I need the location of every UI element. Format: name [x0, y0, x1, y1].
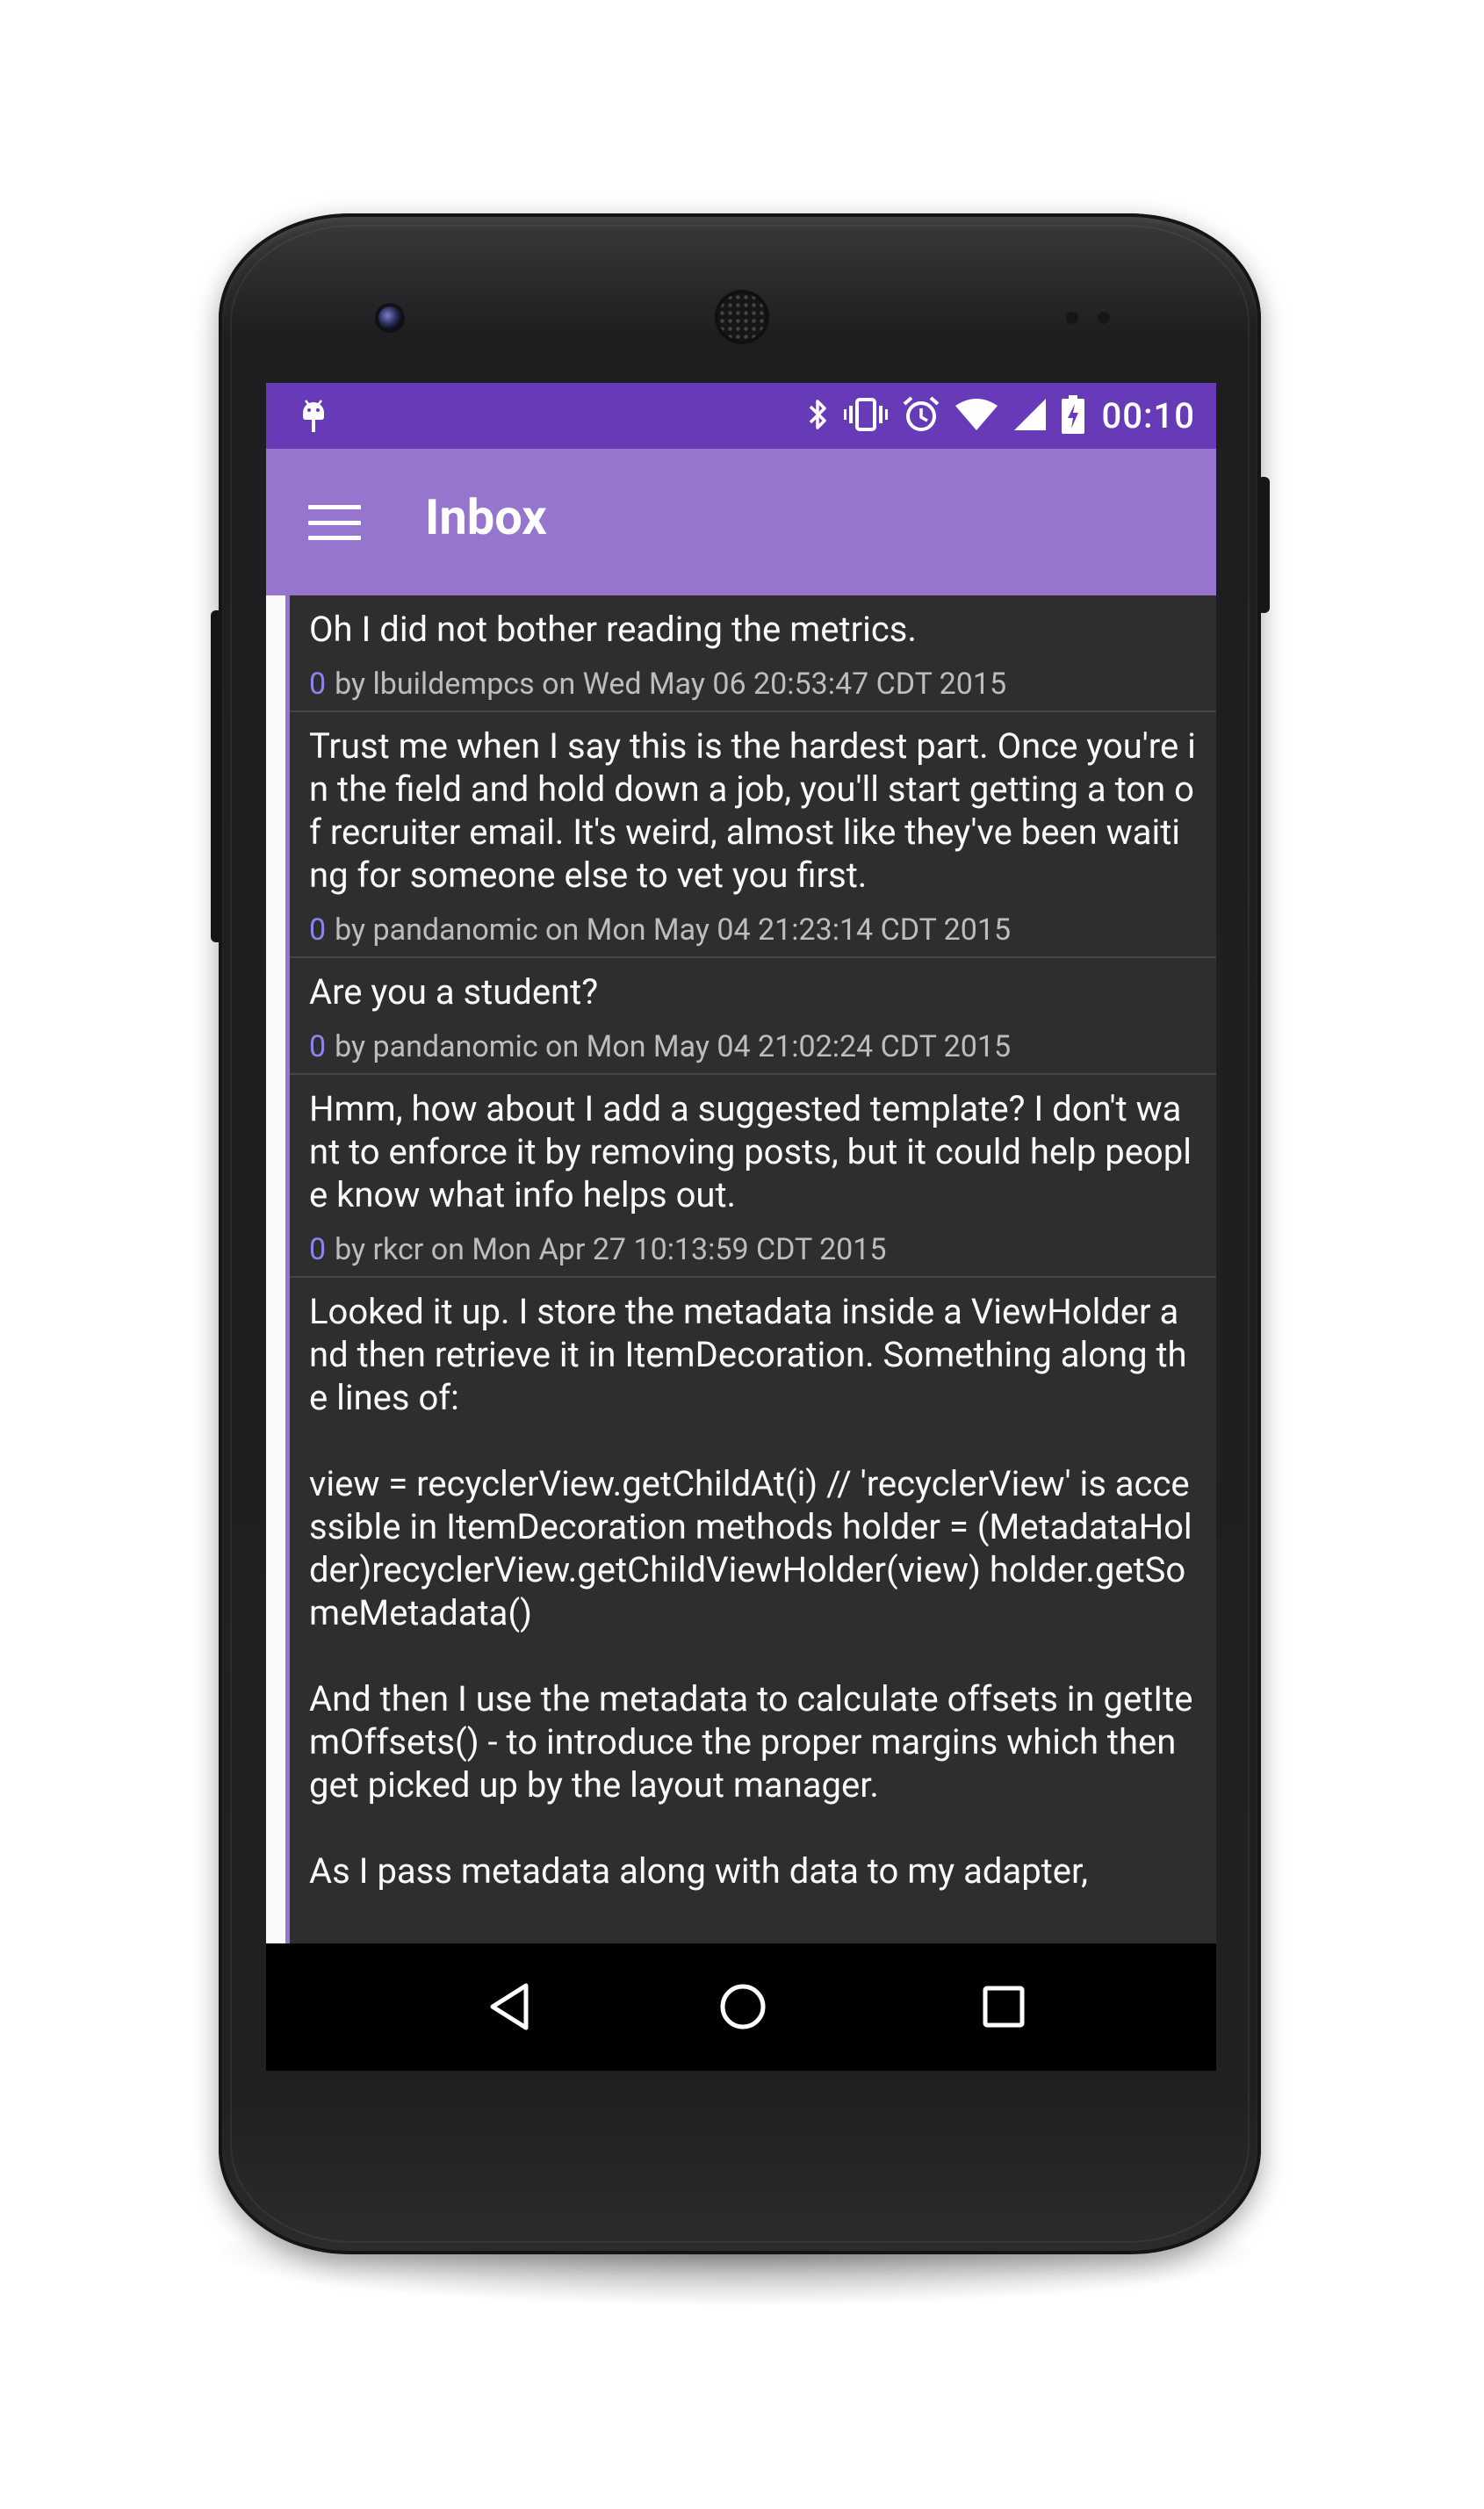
navigation-bar [266, 1943, 1216, 2071]
list-item[interactable]: Oh I did not bother reading the metrics.… [290, 595, 1216, 712]
alarm-icon [902, 395, 940, 437]
author-date: by pandanomic on Mon May 04 21:02:24 CDT… [335, 1029, 1012, 1064]
wifi-icon [955, 397, 998, 436]
front-camera [378, 306, 401, 329]
message-meta: 0 by pandanomic on Mon May 04 21:23:14 CD… [309, 897, 1197, 956]
message-body: Oh I did not bother reading the metrics. [309, 609, 917, 650]
phone-screen: 00:10 Inbox Oh I did not bother reading … [266, 383, 1216, 2071]
score-label: 0 [309, 1029, 327, 1064]
status-icons: 00:10 [807, 383, 1195, 449]
author-date: by pandanomic on Mon May 04 21:23:14 CDT… [335, 912, 1012, 948]
message-meta: 0 by lbuildempcs on Wed May 06 20:53:47 C… [309, 651, 1197, 710]
message-meta: 0 by pandanomic on Mon May 04 21:02:24 CD… [309, 1013, 1197, 1073]
score-label: 0 [309, 912, 327, 948]
message-body: Trust me when I say this is the hardest … [309, 725, 1196, 896]
bluetooth-icon [807, 396, 830, 436]
battery-charging-icon [1061, 394, 1084, 437]
home-circle-icon[interactable] [711, 1975, 774, 2038]
list-item[interactable]: Hmm, how about I add a suggested templat… [290, 1075, 1216, 1278]
score-label: 0 [309, 1232, 327, 1267]
list-item[interactable]: Looked it up. I store the metadata insid… [290, 1278, 1216, 1893]
android-debug-icon [298, 395, 329, 439]
status-time: 00:10 [1101, 395, 1195, 436]
message-body: Are you a student? [309, 971, 599, 1013]
message-body: Hmm, how about I add a suggested templat… [309, 1088, 1192, 1215]
menu-icon[interactable] [306, 496, 363, 549]
recents-square-icon[interactable] [972, 1975, 1035, 2038]
signal-icon [1012, 397, 1048, 436]
author-date: by rkcr on Mon Apr 27 10:13:59 CDT 2015 [335, 1232, 887, 1267]
earpiece-speaker [718, 293, 766, 341]
list-item[interactable]: Trust me when I say this is the hardest … [290, 712, 1216, 958]
left-margin [266, 595, 285, 1943]
list-item[interactable]: Are you a student? 0 by pandanomic on Mon… [290, 958, 1216, 1075]
back-triangle-icon[interactable] [479, 1975, 542, 2038]
vibrate-icon [843, 396, 888, 436]
message-body: Looked it up. I store the metadata insid… [309, 1291, 1193, 1892]
author-date: by lbuildempcs on Wed May 06 20:53:47 CD… [335, 667, 1007, 702]
inbox-list: Oh I did not bother reading the metrics.… [290, 595, 1216, 1893]
page-title: Inbox [425, 488, 547, 546]
light-sensor [1098, 312, 1110, 324]
proximity-sensor [1066, 312, 1078, 324]
message-meta: 0 by rkcr on Mon Apr 27 10:13:59 CDT 2015 [309, 1216, 1197, 1276]
score-label: 0 [309, 667, 327, 702]
status-bar: 00:10 [266, 383, 1216, 449]
app-bar: Inbox [266, 449, 1216, 595]
inbox-list-container[interactable]: Oh I did not bother reading the metrics.… [266, 595, 1216, 1943]
